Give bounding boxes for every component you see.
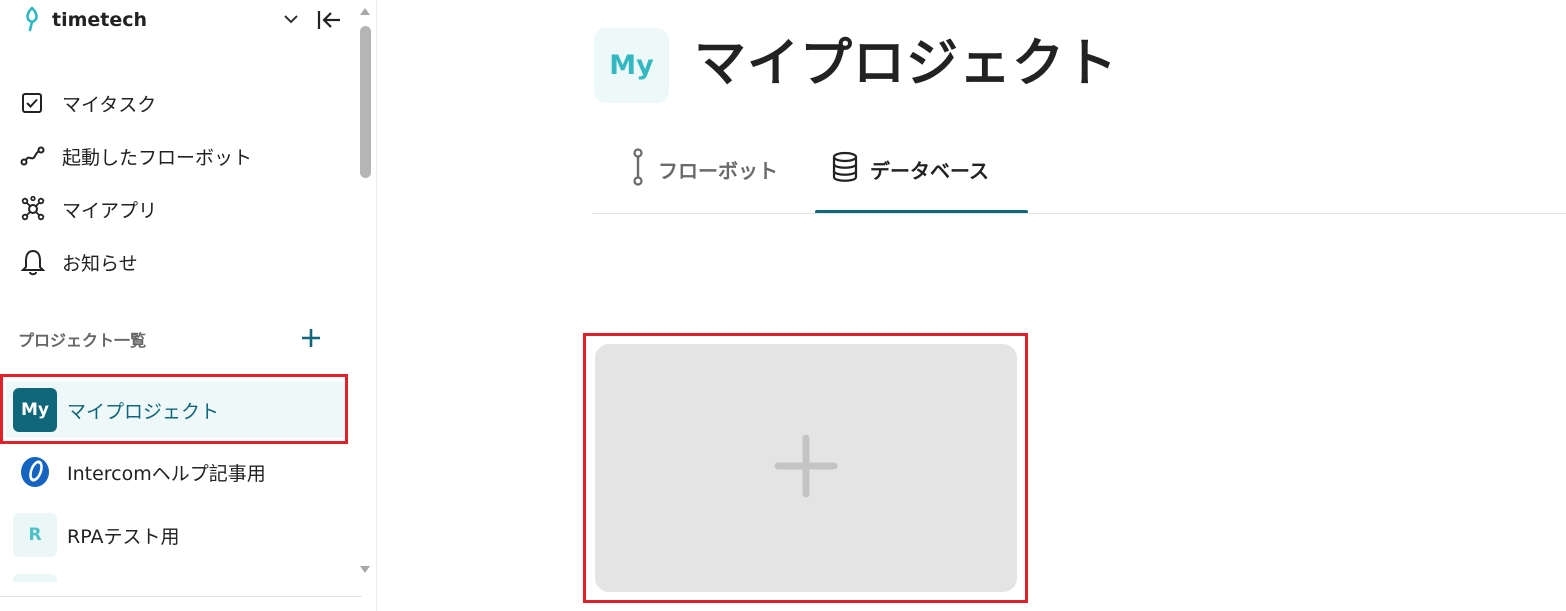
project-header-avatar: My bbox=[594, 28, 669, 103]
page-title: マイプロジェクト bbox=[694, 34, 1119, 94]
brand[interactable]: timetech bbox=[22, 6, 147, 34]
sidebar-item-my-tasks[interactable]: マイタスク bbox=[14, 83, 344, 123]
sidebar-item-label: お知らせ bbox=[62, 252, 138, 275]
flow-icon bbox=[14, 142, 52, 170]
project-avatar: R bbox=[13, 513, 57, 557]
collapse-sidebar-icon[interactable] bbox=[316, 8, 342, 32]
sidebar-item-label: 起動したフローボット bbox=[62, 146, 253, 169]
tab-label: データベース bbox=[870, 158, 989, 183]
highlight-box bbox=[0, 374, 348, 444]
project-item-intercom[interactable]: Intercomヘルプ記事用 bbox=[6, 444, 346, 500]
timetech-logo-icon bbox=[22, 4, 42, 36]
brand-name: timetech bbox=[52, 9, 148, 31]
add-project-button[interactable] bbox=[298, 327, 324, 353]
tab-database[interactable]: データベース bbox=[830, 146, 989, 192]
flowbot-icon bbox=[628, 148, 648, 190]
project-avatar-partial bbox=[13, 574, 57, 582]
bell-icon bbox=[14, 248, 52, 276]
tabs-divider bbox=[592, 213, 1566, 214]
plus-icon bbox=[300, 327, 322, 353]
project-label: Intercomヘルプ記事用 bbox=[67, 462, 266, 485]
apps-network-icon bbox=[14, 195, 52, 223]
scroll-down-arrow-icon[interactable] bbox=[360, 566, 370, 573]
scrollbar-thumb[interactable] bbox=[360, 26, 371, 178]
sidebar-item-label: マイアプリ bbox=[62, 199, 158, 222]
sidebar-item-label: マイタスク bbox=[62, 93, 157, 116]
chevron-down-icon[interactable] bbox=[282, 10, 300, 28]
sidebar-item-launched-flowbots[interactable]: 起動したフローボット bbox=[14, 136, 344, 176]
highlight-box bbox=[583, 333, 1028, 603]
sidebar-divider bbox=[0, 596, 362, 597]
sidebar-item-notifications[interactable]: お知らせ bbox=[14, 242, 344, 282]
sidebar: timetech マイタスク 起動したフローボット マイアプリ お知らせ プロジ… bbox=[0, 0, 377, 611]
scroll-up-arrow-icon[interactable] bbox=[360, 8, 370, 15]
sidebar-item-my-apps[interactable]: マイアプリ bbox=[14, 189, 344, 229]
project-label: RPAテスト用 bbox=[67, 525, 180, 548]
project-item-rpa-test[interactable]: R RPAテスト用 bbox=[6, 507, 346, 563]
intercom-logo-icon bbox=[13, 450, 57, 494]
tab-flowbot[interactable]: フローボット bbox=[628, 146, 778, 192]
database-icon bbox=[830, 151, 860, 187]
sidebar-scrollbar[interactable] bbox=[358, 0, 374, 580]
projects-section-label: プロジェクト一覧 bbox=[18, 331, 147, 350]
tab-label: フローボット bbox=[658, 158, 778, 183]
checkbox-icon bbox=[14, 89, 52, 117]
